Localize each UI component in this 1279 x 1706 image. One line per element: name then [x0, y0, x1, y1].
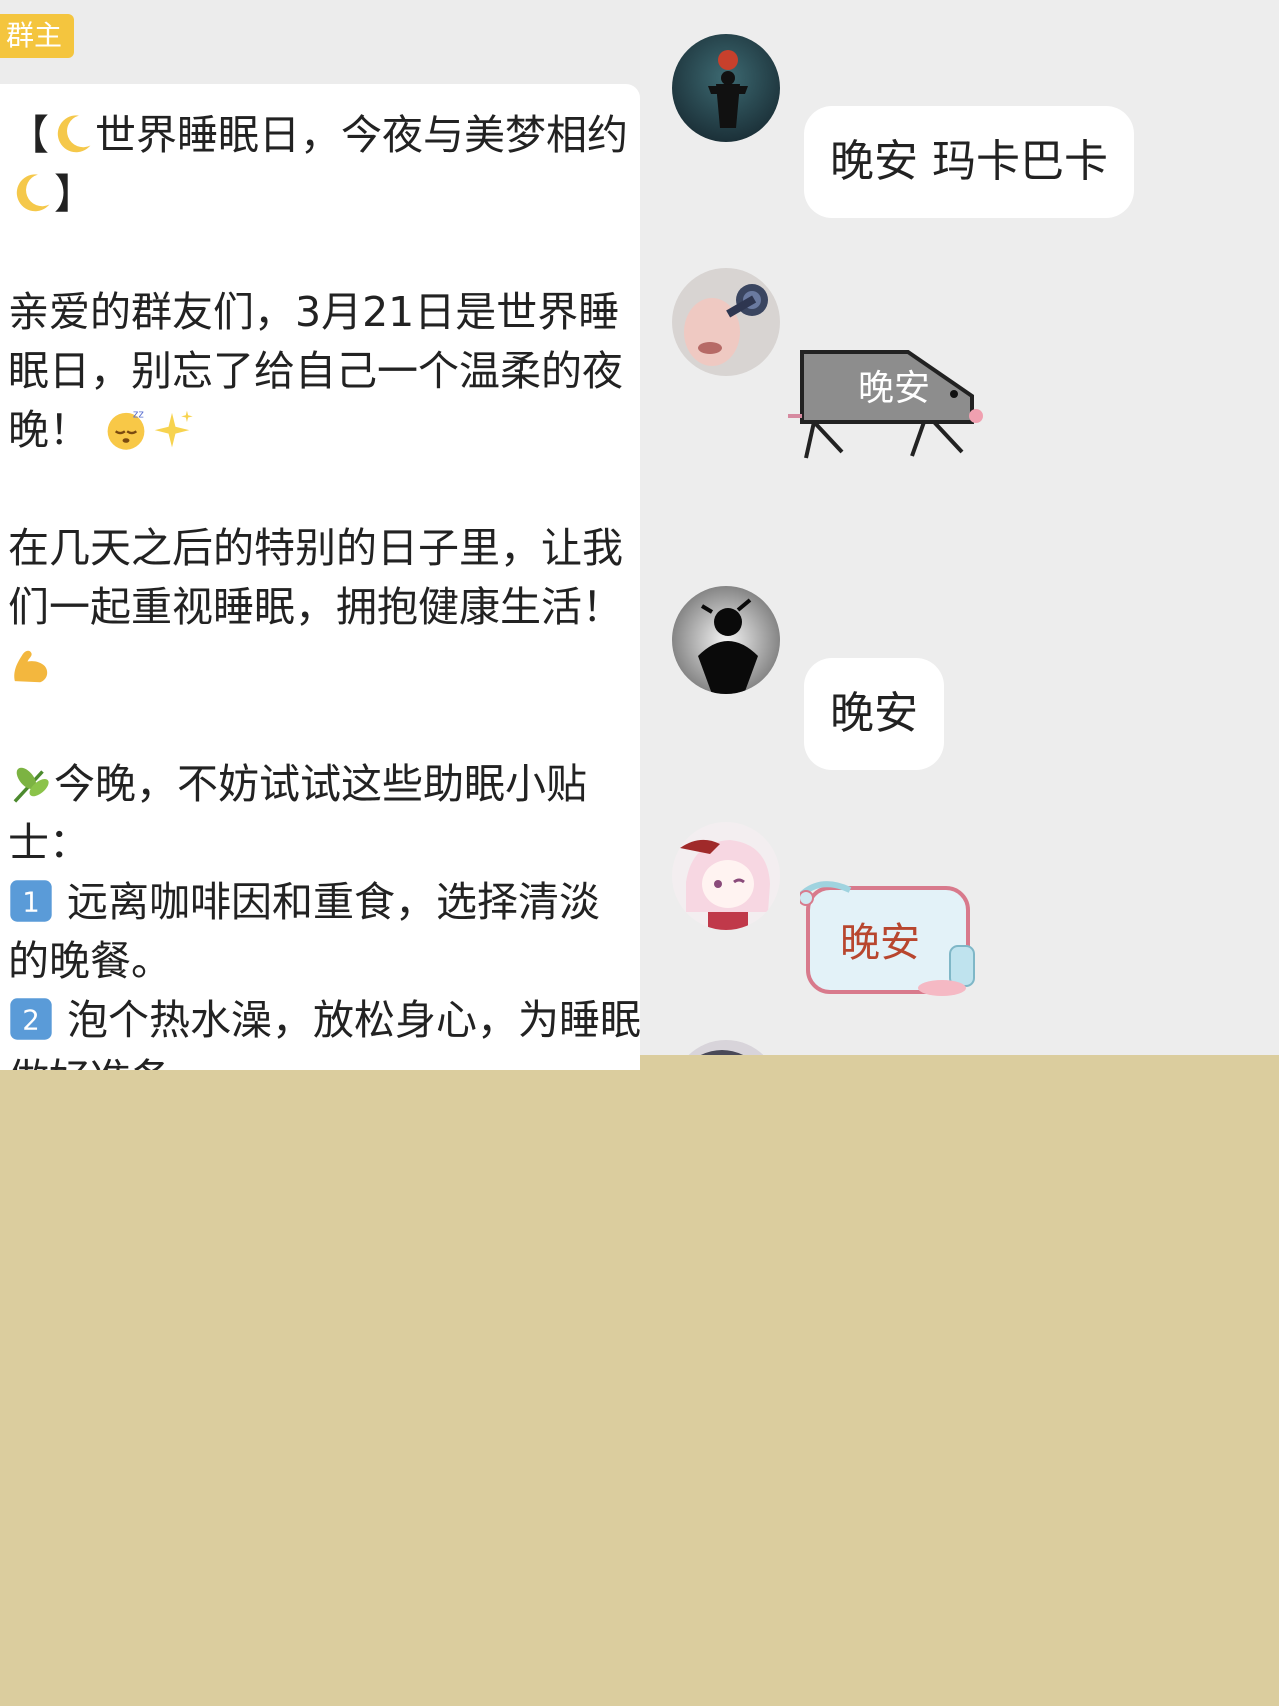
svg-text:1: 1 — [22, 885, 40, 918]
sticker-text: 晚安 — [840, 920, 920, 966]
bottom-blank-area — [0, 1070, 1279, 1706]
sticker-pink-frame[interactable]: 晚安 — [797, 876, 990, 1006]
svg-text:2: 2 — [22, 1003, 40, 1036]
chat-screenshot: 群主 【世界睡眠日，今夜与美梦相约 】 亲爱的群友们，3月21日是世界睡 眠日，… — [0, 0, 1279, 1070]
sparkles-icon — [154, 410, 193, 448]
flexed-biceps-icon — [14, 650, 48, 683]
keycap-two-icon: 2 — [10, 998, 52, 1040]
sleeping-face-icon: zz — [107, 409, 145, 450]
user-avatar[interactable] — [672, 268, 780, 376]
herb-leaf-icon — [13, 767, 49, 803]
user-avatar[interactable] — [672, 34, 780, 142]
user-avatar[interactable] — [672, 822, 780, 930]
announcement-text: 【世界睡眠日，今夜与美梦相约 】 亲爱的群友们，3月21日是世界睡 眠日，别忘了… — [8, 111, 640, 1070]
avatar-image-icon — [672, 1040, 780, 1055]
avatar-image-icon — [672, 586, 780, 694]
message-text: 晚安 — [830, 688, 918, 739]
message-text: 晚安 玛卡巴卡 — [830, 136, 1108, 187]
svg-text:zz: zz — [133, 409, 144, 421]
message-bubble[interactable]: 晚安 — [804, 658, 944, 770]
avatar-image-icon — [672, 268, 780, 376]
group-owner-badge: 群主 — [0, 14, 75, 58]
user-avatar[interactable] — [672, 1040, 780, 1055]
left-chat-pane: 群主 【世界睡眠日，今夜与美梦相约 】 亲爱的群友们，3月21日是世界睡 眠日，… — [0, 0, 640, 1070]
sticker-text: 晚安 — [858, 368, 930, 409]
right-chat-pane: 晚安 玛卡巴卡 晚安 晚安 晚安 — [640, 0, 1279, 1055]
announcement-message-bubble[interactable]: 【世界睡眠日，今夜与美梦相约 】 亲爱的群友们，3月21日是世界睡 眠日，别忘了… — [0, 84, 640, 1070]
keycap-one-icon: 1 — [10, 880, 52, 922]
user-avatar[interactable] — [672, 586, 780, 694]
avatar-image-icon — [672, 822, 780, 930]
crescent-moon-icon — [16, 174, 50, 212]
message-bubble[interactable]: 晚安 玛卡巴卡 — [804, 106, 1134, 218]
sticker-gray-mouse[interactable]: 晚安 — [784, 340, 1004, 464]
avatar-image-icon — [672, 34, 780, 142]
crescent-moon-icon — [57, 115, 91, 153]
